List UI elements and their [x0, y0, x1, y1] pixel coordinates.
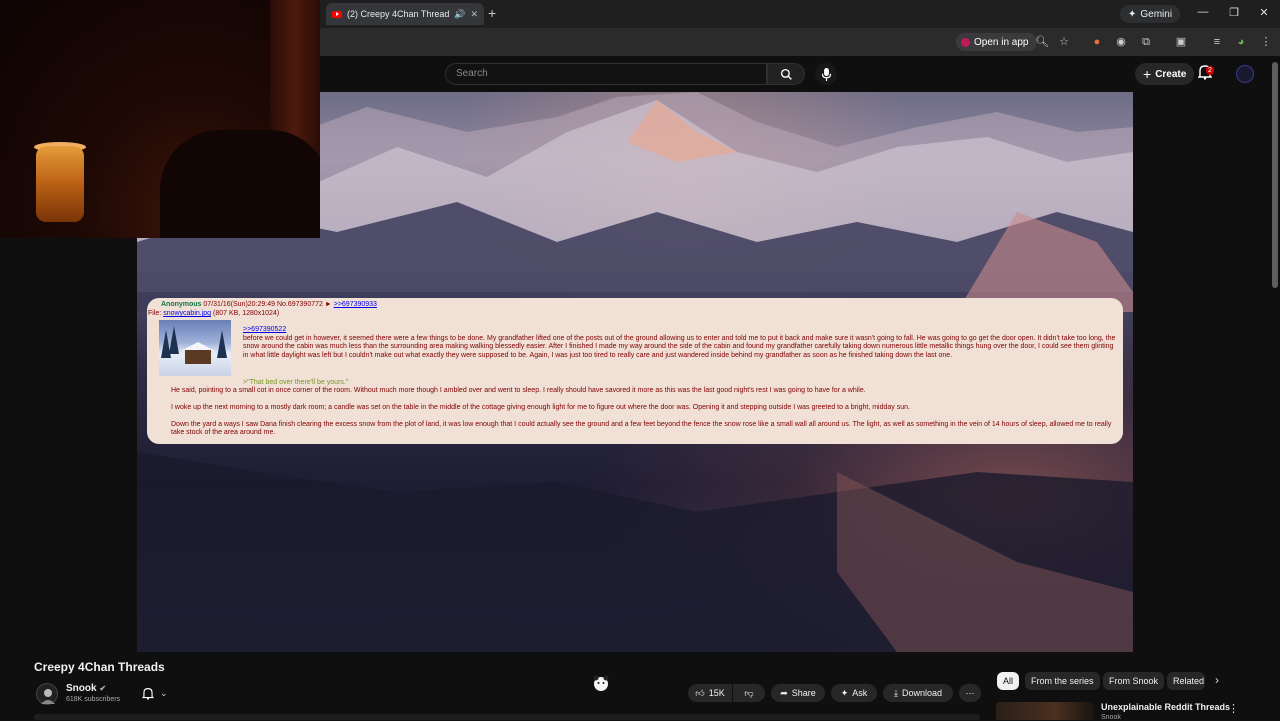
recommendation-title[interactable]: Unexplainable Reddit Threads: [1101, 702, 1230, 712]
account-avatar[interactable]: [1236, 65, 1254, 83]
search-icon: [780, 68, 792, 80]
post-header: Anonymous 07/31/16(Sun)20:29:49 No.69739…: [161, 301, 377, 309]
post-author: Anonymous: [161, 301, 202, 308]
search-button[interactable]: [767, 63, 805, 85]
page-scrollbar[interactable]: [1272, 62, 1278, 288]
webcam-overlay: [0, 0, 320, 238]
gemini-button[interactable]: ✦ Gemini: [1120, 5, 1181, 23]
sparkle-icon: ✦: [840, 687, 849, 698]
speaker-icon[interactable]: 🔊: [454, 9, 465, 20]
subscriber-count: 618K subscribers: [66, 696, 121, 703]
bookmark-star-icon[interactable]: ☆: [1056, 34, 1072, 50]
zoom-icon[interactable]: 🔍︎: [1034, 34, 1050, 50]
chip-from-the-series[interactable]: From the series: [1025, 672, 1100, 690]
snowy-cabin-thumbnail: [159, 320, 231, 376]
post-meta: 07/31/16(Sun)20:29:49 No.697390772 ►: [203, 301, 332, 308]
bell-icon: [142, 687, 154, 700]
video-title: Creepy 4Chan Threads: [34, 660, 165, 674]
close-window-button[interactable]: ✕: [1256, 6, 1272, 19]
thumbs-up-icon: 👍︎: [695, 687, 705, 698]
verified-icon: ✔: [99, 684, 107, 693]
plus-icon: +: [1143, 66, 1152, 82]
menu-icon[interactable]: ⋮: [1258, 34, 1274, 50]
gemini-label: Gemini: [1140, 8, 1173, 20]
chip-from-snook[interactable]: From Snook: [1103, 672, 1165, 690]
description-box-edge: [34, 714, 980, 720]
youtube-favicon-icon: [332, 10, 342, 18]
post-quote-link: >>697390522: [243, 326, 287, 333]
chip-related[interactable]: Related: [1167, 672, 1205, 690]
post-file-info: (807 KB, 1280x1024): [213, 310, 280, 317]
chevron-down-icon: ⌄: [160, 687, 168, 698]
media-icon[interactable]: ≡: [1209, 34, 1225, 50]
dislike-button[interactable]: 👎︎: [733, 684, 765, 702]
close-tab-icon[interactable]: ✕: [470, 9, 478, 20]
download-icon: ⤓: [893, 687, 898, 698]
restore-button[interactable]: ❐: [1226, 6, 1242, 19]
post-file-line: File: snowycabin.jpg (807 KB, 1280x1024): [148, 310, 280, 317]
thumbs-down-icon: 👎︎: [744, 687, 754, 698]
voice-search-button[interactable]: [815, 63, 837, 85]
extension-icon[interactable]: ●: [1089, 34, 1105, 50]
post-paragraph-4: Down the yard a ways I saw Dana finish c…: [171, 421, 1112, 437]
search-input[interactable]: Search: [445, 63, 767, 85]
minimize-button[interactable]: —: [1195, 6, 1211, 18]
app-icon: [961, 37, 970, 47]
post-paragraph-1: before we could get in however, it seeme…: [243, 335, 1116, 359]
notification-count-badge: 2: [1206, 66, 1214, 75]
recommendation-menu-icon[interactable]: ⋮: [1228, 702, 1239, 715]
like-count: 15K: [708, 688, 725, 698]
post-paragraph-2: He said, pointing to a small cot in once…: [171, 387, 866, 394]
browser-tab[interactable]: (2) Creepy 4Chan Threads 🔊 ✕: [326, 3, 484, 25]
sidepanel-icon[interactable]: ▣: [1173, 34, 1189, 50]
ask-button[interactable]: ✦ Ask: [831, 684, 877, 702]
create-button[interactable]: + Create: [1135, 63, 1195, 85]
lamp-image: [36, 146, 84, 222]
profile-avatar-icon[interactable]: ◕: [1233, 34, 1249, 50]
create-label: Create: [1155, 68, 1187, 80]
chip-all[interactable]: All: [997, 672, 1020, 690]
cursor-icon: [593, 675, 609, 691]
share-icon: ➦: [780, 687, 788, 698]
sparkle-icon: ✦: [1128, 8, 1137, 20]
forum-post-overlay: Anonymous 07/31/16(Sun)20:29:49 No.69739…: [147, 298, 1123, 444]
like-button[interactable]: 👍︎ 15K: [688, 684, 732, 702]
extension-icon[interactable]: ◉: [1113, 34, 1129, 50]
puzzle-icon[interactable]: ⧉: [1138, 34, 1154, 50]
tab-title: (2) Creepy 4Chan Threads: [347, 9, 450, 19]
more-icon: ⋯: [965, 687, 975, 698]
post-reply-link: >>697390933: [333, 301, 377, 308]
chevron-right-icon[interactable]: ›: [1215, 673, 1219, 687]
channel-name[interactable]: Snook ✔: [66, 683, 106, 694]
new-tab-button[interactable]: +: [488, 5, 496, 21]
subscription-bell-button[interactable]: ⌄: [142, 684, 180, 702]
post-file-name: snowycabin.jpg: [163, 310, 212, 317]
download-button[interactable]: ⤓ Download: [883, 684, 953, 702]
more-actions-button[interactable]: ⋯: [959, 684, 981, 702]
share-button[interactable]: ➦ Share: [771, 684, 825, 702]
open-in-app-label: Open in app: [974, 36, 1029, 48]
recommendation-thumbnail[interactable]: [996, 702, 1094, 720]
microphone-icon: [821, 67, 831, 81]
channel-avatar[interactable]: [36, 683, 58, 705]
post-paragraph-3: I woke up the next morning to a mostly d…: [171, 404, 910, 411]
open-in-app-button[interactable]: Open in app: [956, 33, 1037, 51]
